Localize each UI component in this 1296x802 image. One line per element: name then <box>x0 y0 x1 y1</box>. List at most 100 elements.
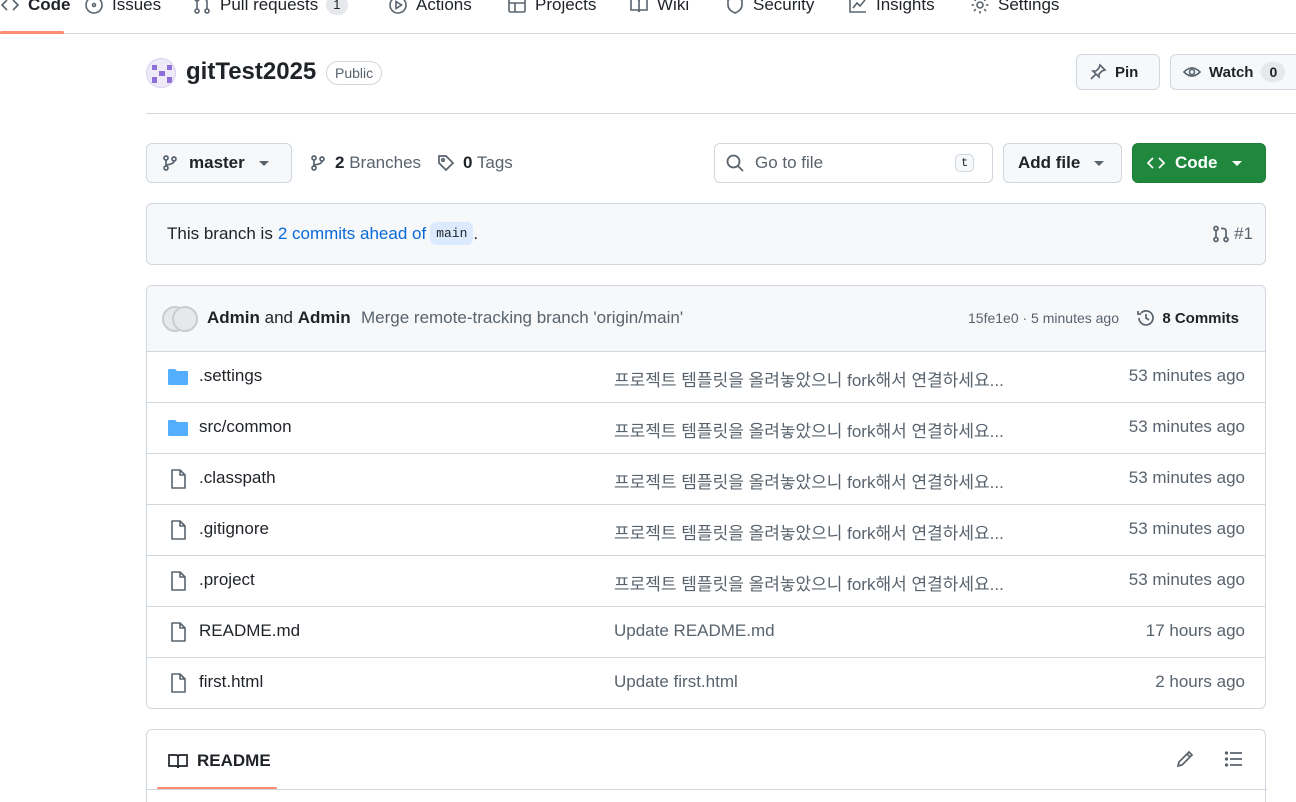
file-commit-time: 53 minutes ago <box>1128 519 1245 538</box>
branch-comparison-banner: This branch is 2 commits ahead of main .… <box>146 203 1266 265</box>
folder-icon <box>167 417 189 439</box>
pull-request-link[interactable]: #1 <box>1212 224 1253 244</box>
file-commit-message[interactable]: 프로젝트 템플릿을 올려놓았으니 fork해서 연결하세요... <box>614 519 1004 544</box>
edit-readme-button[interactable] <box>1174 748 1196 770</box>
file-name[interactable]: src/common <box>199 417 292 437</box>
pull-request-icon <box>1213 225 1229 243</box>
file-row[interactable]: .project 프로젝트 템플릿을 올려놓았으니 fork해서 연결하세요...… <box>147 556 1265 607</box>
commits-count-label: 8 Commits <box>1162 309 1239 327</box>
file-row[interactable]: src/common 프로젝트 템플릿을 올려놓았으니 fork해서 연결하세요.… <box>147 403 1265 454</box>
file-commit-message[interactable]: Update first.html <box>614 672 738 692</box>
commit-avatars[interactable] <box>162 306 198 332</box>
branches-link[interactable]: 2 Branches <box>309 152 421 174</box>
code-button[interactable]: Code <box>1132 143 1266 183</box>
commit-author-1[interactable]: Admin <box>207 308 260 327</box>
commit-message[interactable]: Merge remote-tracking branch 'origin/mai… <box>361 308 683 328</box>
file-commit-message[interactable]: 프로젝트 템플릿을 올려놓았으니 fork해서 연결하세요... <box>614 570 1004 595</box>
owner-avatar[interactable] <box>146 58 176 88</box>
code-icon <box>0 0 20 11</box>
pull-requests-count: 1 <box>326 0 348 15</box>
tab-code-label: Code <box>28 0 71 14</box>
chevron-down-icon <box>1231 160 1242 166</box>
file-row[interactable]: .settings 프로젝트 템플릿을 올려놓았으니 fork해서 연결하세요..… <box>147 352 1265 403</box>
avatar <box>172 306 198 332</box>
latest-commit-bar: Admin and Admin Merge remote-tracking br… <box>147 286 1265 352</box>
file-name[interactable]: .settings <box>199 366 262 386</box>
branches-count: 2 <box>335 153 345 172</box>
tags-count: 0 <box>463 153 473 172</box>
file-name[interactable]: .gitignore <box>199 519 269 539</box>
commit-hash-time[interactable]: 15fe1e0 · 5 minutes ago <box>968 310 1119 326</box>
issue-icon <box>85 0 103 14</box>
pull-request-number: #1 <box>1234 224 1253 243</box>
shield-icon <box>727 0 743 14</box>
base-branch-chip[interactable]: main <box>430 222 474 245</box>
tag-icon <box>438 155 455 172</box>
gear-icon <box>971 0 989 14</box>
search-input[interactable] <box>755 153 945 173</box>
file-icon <box>167 621 189 643</box>
shortcut-hint: t <box>955 154 975 172</box>
readme-tab[interactable]: README <box>167 750 271 772</box>
book-icon <box>630 0 648 13</box>
tab-settings[interactable]: Settings <box>970 0 1059 18</box>
commit-author-conjunction: and <box>264 308 293 327</box>
repo-name[interactable]: gitTest2025 <box>186 58 316 86</box>
file-commit-time: 17 hours ago <box>1145 621 1245 640</box>
commit-author-2[interactable]: Admin <box>298 308 351 327</box>
graph-icon <box>849 0 866 13</box>
file-commit-message[interactable]: Update README.md <box>614 621 775 641</box>
tab-actions[interactable]: Actions <box>388 0 472 18</box>
outline-button[interactable] <box>1223 748 1245 770</box>
code-icon <box>1147 157 1165 169</box>
file-name[interactable]: .project <box>199 570 255 590</box>
add-file-label: Add file <box>1018 153 1081 172</box>
branch-icon <box>163 155 177 171</box>
file-list: .settings 프로젝트 템플릿을 올려놓았으니 fork해서 연결하세요..… <box>147 352 1265 708</box>
file-name[interactable]: first.html <box>199 672 263 692</box>
branch-icon <box>311 155 325 171</box>
repo-header: gitTest2025 Public Pin Watch 0 <box>146 54 1296 114</box>
tab-projects[interactable]: Projects <box>507 0 596 18</box>
tab-issues[interactable]: Issues <box>84 0 161 18</box>
file-icon <box>167 672 189 694</box>
branch-comparison-text: This branch is 2 commits ahead of main . <box>167 222 478 245</box>
folder-icon <box>167 366 189 388</box>
tab-issues-label: Issues <box>112 0 162 14</box>
branch-select[interactable]: master <box>146 143 292 183</box>
commits-ahead-link[interactable]: 2 commits ahead of <box>278 224 426 244</box>
commits-history-link[interactable]: 8 Commits <box>1136 308 1239 328</box>
pencil-icon <box>1176 750 1194 768</box>
file-row[interactable]: .classpath 프로젝트 템플릿을 올려놓았으니 fork해서 연결하세요.… <box>147 454 1265 505</box>
play-icon <box>389 0 407 14</box>
file-row[interactable]: first.html Update first.html 2 hours ago <box>147 658 1265 708</box>
file-commit-message[interactable]: 프로젝트 템플릿을 올려놓았으니 fork해서 연결하세요... <box>614 366 1004 391</box>
active-tab-underline <box>0 31 64 34</box>
go-to-file-search[interactable]: t <box>714 143 993 183</box>
file-name[interactable]: README.md <box>199 621 300 641</box>
file-row[interactable]: .gitignore 프로젝트 템플릿을 올려놓았으니 fork해서 연결하세요.… <box>147 505 1265 556</box>
watch-button[interactable]: Watch 0 <box>1170 54 1296 90</box>
tab-wiki-label: Wiki <box>657 0 690 14</box>
readme-panel: README <box>146 729 1267 802</box>
file-commit-message[interactable]: 프로젝트 템플릿을 올려놓았으니 fork해서 연결하세요... <box>614 468 1004 493</box>
readme-tab-label: README <box>197 751 271 770</box>
tab-actions-label: Actions <box>416 0 472 14</box>
file-row[interactable]: README.md Update README.md 17 hours ago <box>147 607 1265 658</box>
pin-label: Pin <box>1115 63 1139 81</box>
file-icon <box>167 519 189 541</box>
tab-insights[interactable]: Insights <box>848 0 935 18</box>
history-icon <box>1137 310 1155 326</box>
file-name[interactable]: .classpath <box>199 468 276 488</box>
add-file-button[interactable]: Add file <box>1003 143 1122 183</box>
branch-info-prefix: This branch is <box>167 223 273 243</box>
tags-link[interactable]: 0 Tags <box>437 152 513 174</box>
tab-insights-label: Insights <box>876 0 935 14</box>
pin-button[interactable]: Pin <box>1076 54 1160 90</box>
file-commit-message[interactable]: 프로젝트 템플릿을 올려놓았으니 fork해서 연결하세요... <box>614 417 1004 442</box>
tab-security[interactable]: Security <box>725 0 814 18</box>
tab-code[interactable]: Code <box>0 0 71 18</box>
tab-wiki[interactable]: Wiki <box>629 0 689 18</box>
tab-pull-requests[interactable]: Pull requests 1 <box>192 0 348 18</box>
watch-label: Watch <box>1209 63 1254 81</box>
